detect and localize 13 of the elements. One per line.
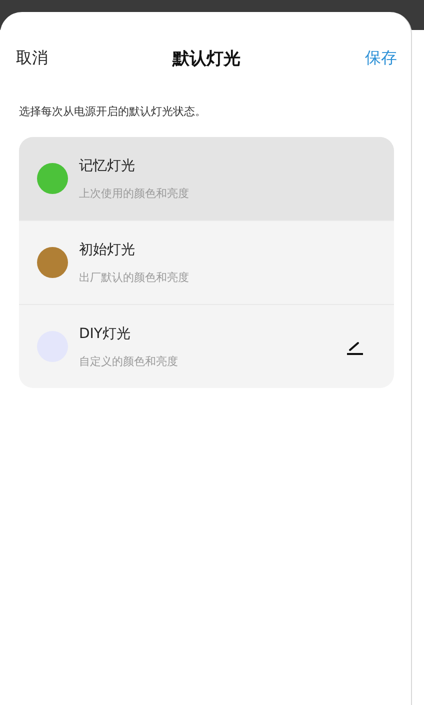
option-subtitle: 自定义的颜色和亮度 (79, 354, 179, 368)
light-option[interactable]: DIY灯光 自定义的颜色和亮度 (19, 304, 394, 388)
light-option[interactable]: 记忆灯光 上次使用的颜色和亮度 (19, 137, 394, 220)
option-title: DIY灯光 (79, 324, 132, 342)
cancel-button[interactable]: 取消 (16, 48, 48, 68)
sheet-title: 默认灯光 (172, 48, 240, 70)
option-subtitle: 上次使用的颜色和亮度 (79, 186, 190, 200)
light-option[interactable]: 初始灯光 出厂默认的颜色和亮度 (19, 220, 394, 304)
save-button[interactable]: 保存 (365, 48, 397, 68)
option-title: 初始灯光 (79, 240, 136, 258)
description-text: 选择每次从电源开启的默认灯光状态。 (19, 104, 207, 119)
option-title: 记忆灯光 (79, 156, 136, 174)
option-subtitle: 出厂默认的颜色和亮度 (79, 270, 190, 284)
